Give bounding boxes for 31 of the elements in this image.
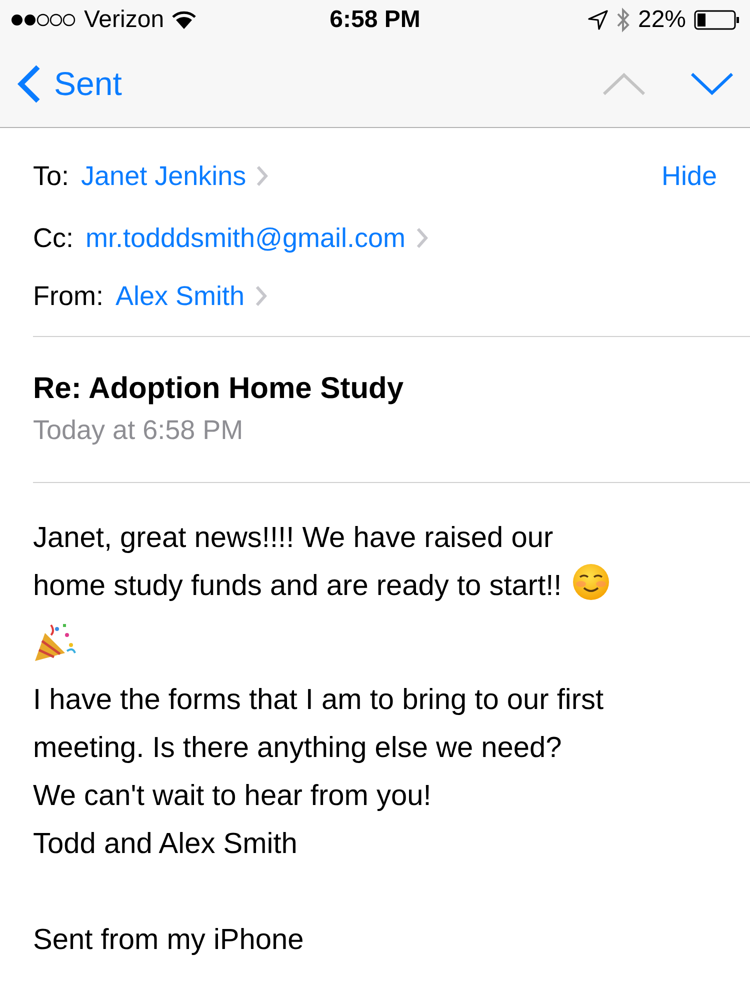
battery-percentage: 22% xyxy=(638,6,686,34)
message-text: Sent from my iPhone xyxy=(33,924,304,956)
location-arrow-icon xyxy=(588,10,608,30)
chevron-icon xyxy=(416,227,428,249)
contact-link[interactable]: Alex Smith xyxy=(116,280,267,312)
contact-link[interactable]: mr.todddsmith@gmail.com xyxy=(86,222,428,254)
bluetooth-icon xyxy=(616,7,630,33)
message-text: I have the forms that I am to bring to our first xyxy=(33,684,604,716)
message-text: We can't wait to hear from you! xyxy=(33,780,432,812)
message-text: meeting. Is there anything else we need? xyxy=(33,732,562,764)
signal-icon xyxy=(10,13,76,27)
back-chevron-icon xyxy=(16,64,42,104)
next-message-button[interactable] xyxy=(690,72,734,96)
hide-button[interactable]: Hide xyxy=(661,160,717,192)
wifi-icon xyxy=(172,11,196,29)
email-subject: Re: Adoption Home Study xyxy=(33,371,405,407)
message-text: Todd and Alex Smith xyxy=(33,828,298,860)
message-text: Janet, great news!!!! We have raised our xyxy=(33,522,554,554)
message-text: home study funds and are ready to start!! xyxy=(33,570,562,602)
contact-link[interactable]: Janet Jenkins xyxy=(81,160,268,192)
carrier-name: Verizon xyxy=(84,6,164,34)
clock-time: 6:58 PM xyxy=(330,6,420,34)
field-label: From: xyxy=(33,280,104,312)
back-button[interactable]: Sent xyxy=(16,64,122,104)
chevron-icon xyxy=(254,285,267,307)
email-date: Today at 6:58 PM xyxy=(33,414,244,447)
battery-icon xyxy=(694,10,740,30)
party-popper-icon xyxy=(33,621,77,663)
chevron-icon xyxy=(256,165,268,187)
field-label: Cc: xyxy=(33,222,74,254)
field-label: To: xyxy=(33,160,70,192)
